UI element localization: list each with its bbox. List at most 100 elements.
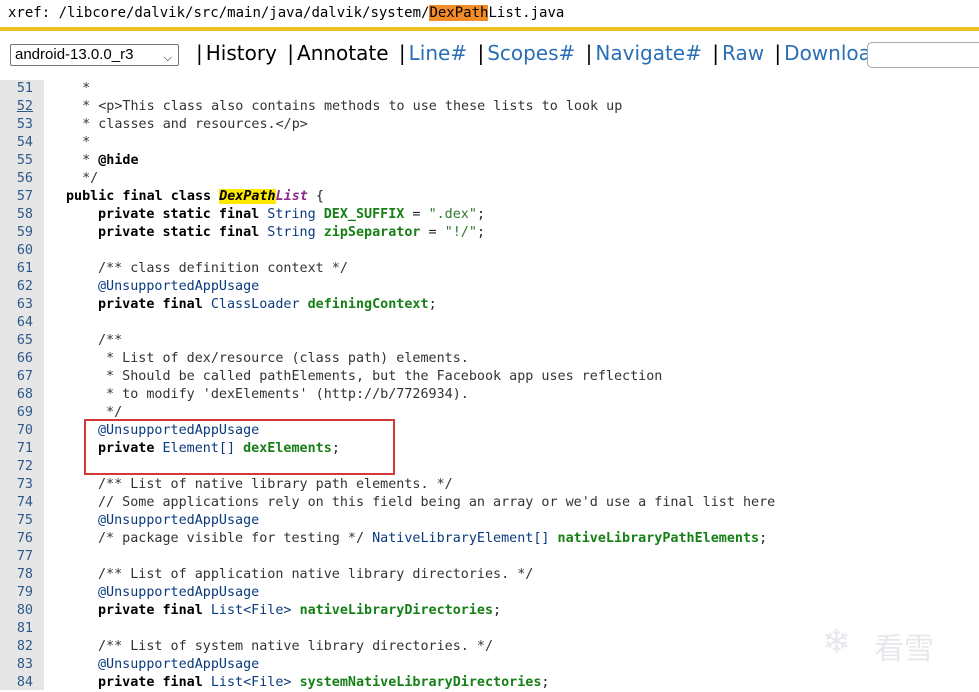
- line-number[interactable]: 84: [0, 674, 33, 692]
- line-number[interactable]: 64: [0, 314, 33, 332]
- line-number[interactable]: 61: [0, 260, 33, 278]
- line-number[interactable]: 52: [0, 98, 33, 116]
- line-number[interactable]: 69: [0, 404, 33, 422]
- line-number[interactable]: 80: [0, 602, 33, 620]
- code-text: * classes and resources.</p>: [66, 117, 308, 132]
- code-keyword: private static final: [98, 207, 260, 222]
- chevron-down-icon: ⌵: [163, 52, 172, 64]
- code-line: 67 * Should be called pathElements, but …: [0, 368, 979, 386]
- code-view: 51 * 52 * <p>This class also contains me…: [0, 80, 979, 690]
- line-number[interactable]: 77: [0, 548, 33, 566]
- code-comment: // Some applications rely on this field …: [98, 495, 776, 510]
- line-number[interactable]: 56: [0, 170, 33, 188]
- line-number[interactable]: 79: [0, 584, 33, 602]
- annotation[interactable]: @UnsupportedAppUsage: [98, 584, 259, 602]
- xref-file-highlight[interactable]: DexPath: [429, 5, 489, 21]
- line-number[interactable]: 59: [0, 224, 33, 242]
- class-name[interactable]: List: [276, 189, 308, 204]
- type-name[interactable]: String: [259, 225, 324, 240]
- line-number[interactable]: 78: [0, 566, 33, 584]
- line-number[interactable]: 68: [0, 386, 33, 404]
- snowflake-icon: ❄: [822, 622, 851, 662]
- field-name[interactable]: nativeLibraryPathElements: [558, 531, 760, 546]
- javadoc-tag: @hide: [98, 153, 139, 168]
- code-keyword: private final: [98, 603, 203, 618]
- annotation[interactable]: @UnsupportedAppUsage: [98, 512, 259, 530]
- type-name[interactable]: NativeLibraryElement[]: [364, 531, 557, 546]
- nav-separator: |: [398, 41, 406, 65]
- watermark-text: 看雪: [874, 632, 934, 667]
- code-line: 79 @UnsupportedAppUsage: [0, 584, 979, 602]
- code-line: 66 * List of dex/resource (class path) e…: [0, 350, 979, 368]
- annotation[interactable]: @UnsupportedAppUsage: [98, 278, 259, 296]
- field-name[interactable]: nativeLibraryDirectories: [300, 603, 493, 618]
- code-line: 68 * to modify 'dexElements' (http://b/7…: [0, 386, 979, 404]
- code-text: *: [66, 153, 99, 168]
- code-comment: /* package visible for testing */: [98, 531, 365, 546]
- line-number[interactable]: 57: [0, 188, 33, 206]
- code-line: 53 * classes and resources.</p>: [0, 116, 979, 134]
- line-number[interactable]: 72: [0, 458, 33, 476]
- line-number[interactable]: 73: [0, 476, 33, 494]
- code-text: =: [420, 225, 445, 240]
- line-number[interactable]: 83: [0, 656, 33, 674]
- type-name[interactable]: List<File>: [203, 603, 300, 618]
- field-name[interactable]: zipSeparator: [324, 225, 421, 240]
- line-number[interactable]: 63: [0, 296, 33, 314]
- line-number[interactable]: 54: [0, 134, 33, 152]
- line-number[interactable]: 66: [0, 350, 33, 368]
- line-number[interactable]: 74: [0, 494, 33, 512]
- line-number[interactable]: 76: [0, 530, 33, 548]
- line-number[interactable]: 60: [0, 242, 33, 260]
- xref-path-link[interactable]: /libcore/dalvik/src/main/java/dalvik/sys…: [59, 5, 430, 21]
- code-text: *: [66, 135, 91, 150]
- line-number[interactable]: 55: [0, 152, 33, 170]
- line-number[interactable]: 81: [0, 620, 33, 638]
- line-number[interactable]: 82: [0, 638, 33, 656]
- code-text: *: [66, 81, 91, 96]
- code-line: 74 // Some applications rely on this fiel…: [0, 494, 979, 512]
- annotation[interactable]: @UnsupportedAppUsage: [98, 656, 259, 674]
- line-number[interactable]: 51: [0, 80, 33, 98]
- code-text: ;: [541, 675, 550, 690]
- line-number[interactable]: 53: [0, 116, 33, 134]
- line-number[interactable]: 65: [0, 332, 33, 350]
- code-text: */: [66, 171, 99, 186]
- line-number[interactable]: 75: [0, 512, 33, 530]
- code-text: {: [307, 189, 324, 204]
- code-line: 57 public final class DexPathList {: [0, 188, 979, 206]
- navigate-link[interactable]: Navigate#: [595, 41, 701, 65]
- class-name-highlight[interactable]: DexPath: [219, 189, 276, 204]
- xref-file-rest[interactable]: List.java: [488, 5, 564, 21]
- line-number[interactable]: 71: [0, 440, 33, 458]
- type-name[interactable]: String: [259, 207, 324, 222]
- raw-link[interactable]: Raw: [722, 41, 764, 65]
- nav-separator: |: [477, 41, 485, 65]
- type-name[interactable]: List<File>: [203, 675, 300, 690]
- line-number[interactable]: 58: [0, 206, 33, 224]
- line-number[interactable]: 62: [0, 278, 33, 296]
- code-text: * <p>This class also contains methods to…: [66, 99, 623, 114]
- code-line: 75 @UnsupportedAppUsage: [0, 512, 979, 530]
- code-line: 64: [0, 314, 979, 332]
- nav-separator: |: [712, 41, 719, 65]
- nav-separator: |: [774, 41, 782, 65]
- history-link[interactable]: History: [206, 41, 277, 65]
- code-text: ;: [493, 603, 502, 618]
- code-comment: * List of dex/resource (class path) elem…: [98, 351, 469, 366]
- field-name[interactable]: definingContext: [308, 297, 429, 312]
- version-select[interactable]: android-13.0.0_r3 ⌵: [10, 44, 179, 66]
- code-line: 58 private static final String DEX_SUFFIX…: [0, 206, 979, 224]
- annotate-link[interactable]: Annotate: [297, 41, 389, 65]
- xref-prefix: xref:: [8, 5, 59, 21]
- scopes-link[interactable]: Scopes#: [487, 41, 575, 65]
- navigation-bar: android-13.0.0_r3 ⌵ | History | Annotate |…: [0, 31, 979, 75]
- type-name[interactable]: ClassLoader: [203, 297, 308, 312]
- line-number[interactable]: 67: [0, 368, 33, 386]
- search-input[interactable]: [867, 42, 979, 68]
- line-number-link[interactable]: Line#: [409, 41, 467, 65]
- field-name[interactable]: systemNativeLibraryDirectories: [300, 675, 542, 690]
- line-number[interactable]: 70: [0, 422, 33, 440]
- code-line: 52 * <p>This class also contains methods…: [0, 98, 979, 116]
- field-name[interactable]: DEX_SUFFIX: [324, 207, 405, 222]
